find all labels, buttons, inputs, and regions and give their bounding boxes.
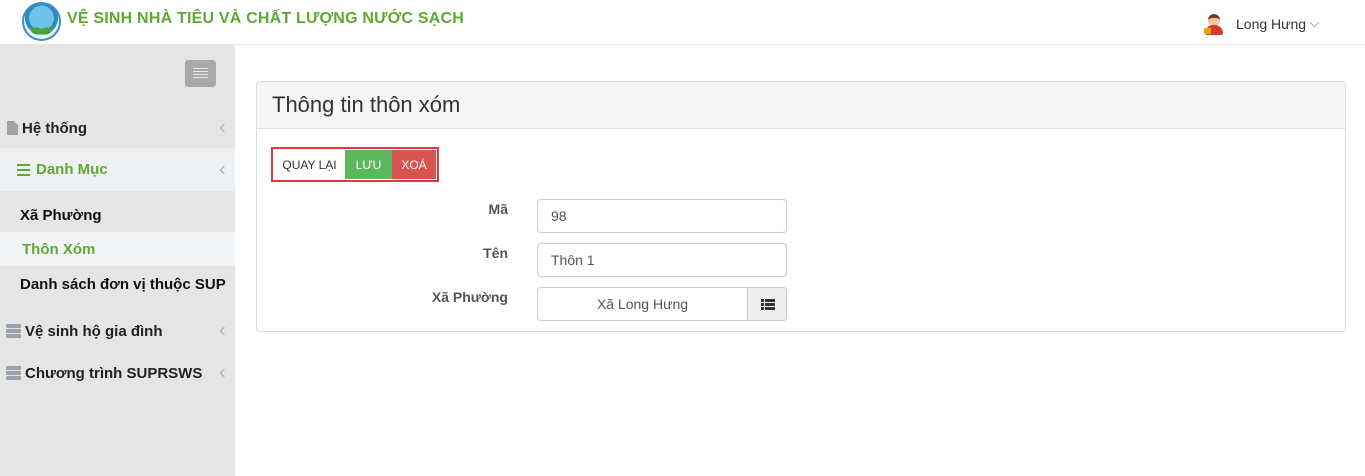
sidebar-subitem-label: Danh sách đơn vị thuộc SUP [20,275,226,293]
chevron-left-icon [219,165,229,174]
back-button[interactable]: QUAY LẠI [274,150,345,179]
code-label: Mã [488,201,508,217]
sidebar-subitem-danh-sach-don-vi[interactable]: Danh sách đơn vị thuộc SUP [0,267,235,301]
app-logo[interactable] [22,2,61,41]
sidebar-submenu: Xã Phường Thôn Xóm Danh sách đơn vị thuộ… [0,192,235,304]
form-row-name: Tên Thôn 1 [257,243,1347,277]
detail-panel: Thông tin thôn xóm QUAY LẠI LƯU XOÁ Mã 9… [256,81,1346,332]
server-icon [6,366,21,380]
ward-picker-button[interactable] [747,288,786,320]
sidebar-subitem-label: Xã Phường [20,206,102,224]
user-name: Long Hưng [1236,16,1307,32]
sidebar-item-label: Vệ sinh hộ gia đình [25,322,163,340]
page-title: Thông tin thôn xóm [272,92,461,117]
ward-select[interactable]: Xã Long Hưng [537,287,787,321]
sidebar-subitem-xa-phuong[interactable]: Xã Phường [0,198,235,232]
form-row-ward: Xã Phường Xã Long Hưng [257,287,1347,321]
sidebar-item-danh-muc[interactable]: Danh Mục [0,148,235,191]
delete-button[interactable]: XOÁ [392,150,436,179]
panel-header: Thông tin thôn xóm [257,82,1345,129]
sidebar-item-label: Chương trình SUPRSWS [25,364,203,382]
ward-label: Xã Phường [431,289,508,305]
code-field[interactable]: 98 [537,199,787,233]
sidebar-subitem-label: Thôn Xóm [22,240,96,258]
user-menu[interactable]: Long Hưng [1204,12,1320,36]
top-navbar: VỆ SINH NHÀ TIÊU VÀ CHẤT LƯỢNG NƯỚC SẠCH… [0,0,1365,45]
document-icon [7,121,18,135]
chevron-down-icon [1309,17,1320,27]
list-icon [761,299,775,310]
form-row-code: Mã 98 [257,199,1347,233]
sidebar-item-he-thong[interactable]: Hệ thống [0,115,235,141]
list-bars-icon [17,163,30,176]
sidebar-toggle-button[interactable] [185,60,216,87]
name-label: Tên [483,245,508,261]
sidebar: Hệ thống Danh Mục Xã Phường Thôn Xóm Dan… [0,45,235,476]
app-title[interactable]: VỆ SINH NHÀ TIÊU VÀ CHẤT LƯỢNG NƯỚC SẠCH [67,10,464,28]
sidebar-item-label: Hệ thống [22,119,87,137]
sidebar-subitem-thon-xom[interactable]: Thôn Xóm [0,232,235,266]
save-button[interactable]: LƯU [345,150,392,179]
action-button-group: QUAY LẠI LƯU XOÁ [271,147,439,182]
sidebar-item-chuong-trinh-suprsws[interactable]: Chương trình SUPRSWS [0,360,235,386]
sidebar-item-label: Danh Mục [36,161,108,178]
chevron-left-icon [219,368,229,378]
user-avatar-icon [1204,13,1224,35]
sidebar-item-ve-sinh-ho-gia-dinh[interactable]: Vệ sinh hộ gia đình [0,318,235,344]
server-icon [6,324,21,338]
logo-leaf-right [38,25,54,37]
chevron-left-icon [219,326,229,336]
name-field[interactable]: Thôn 1 [537,243,787,277]
ward-select-value[interactable]: Xã Long Hưng [538,288,747,320]
chevron-left-icon [219,123,229,133]
